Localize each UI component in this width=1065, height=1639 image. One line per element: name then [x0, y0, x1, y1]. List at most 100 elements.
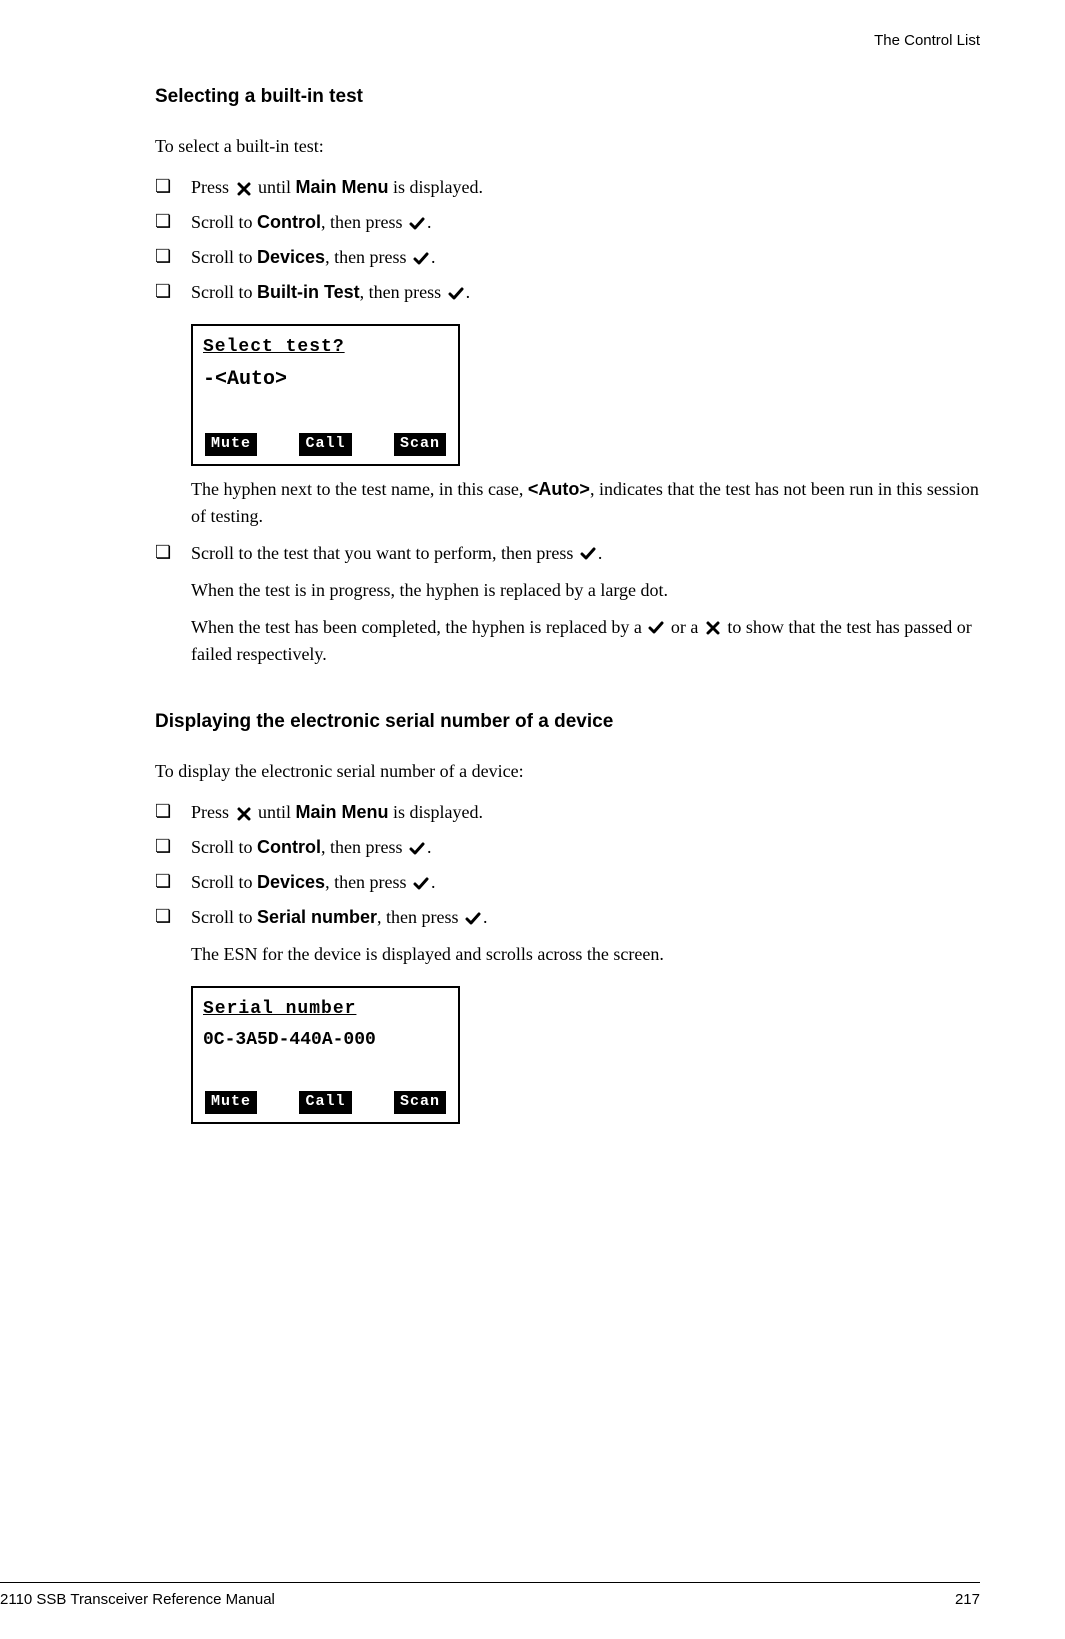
- bold-text: Built-in Test: [257, 282, 360, 302]
- step-text: Scroll to Devices, then press .: [191, 869, 980, 896]
- check-icon: [413, 876, 429, 892]
- step-text: Press until Main Menu is displayed.: [191, 799, 980, 826]
- text: When the test has been completed, the hy…: [191, 617, 646, 637]
- text: Scroll to: [191, 247, 257, 267]
- bold-text: Devices: [257, 247, 325, 267]
- list-item: ❏ Press until Main Menu is displayed.: [155, 799, 980, 826]
- text: , then press: [325, 247, 411, 267]
- text: , then press: [360, 282, 446, 302]
- section2-intro: To display the electronic serial number …: [155, 758, 980, 785]
- list-item: ❏ Scroll to Control, then press .: [155, 209, 980, 236]
- lcd-title: Select test?: [203, 334, 448, 361]
- step-text: Scroll to Control, then press .: [191, 834, 980, 861]
- lcd-title: Serial number: [203, 996, 448, 1023]
- checkbox-icon: ❏: [155, 209, 173, 234]
- text: , then press: [325, 872, 411, 892]
- check-icon: [409, 216, 425, 232]
- section1-intro: To select a built-in test:: [155, 133, 980, 160]
- x-icon: [236, 181, 252, 197]
- lcd-body: 0C-3A5D-440A-000: [203, 1027, 448, 1077]
- checkbox-icon: ❏: [155, 799, 173, 824]
- checkbox-icon: ❏: [155, 279, 173, 304]
- softkey-mute: Mute: [205, 1091, 257, 1114]
- x-icon: [236, 806, 252, 822]
- checkbox-icon: ❏: [155, 540, 173, 565]
- text: Scroll to: [191, 282, 257, 302]
- lcd-body: -<Auto>: [203, 365, 448, 419]
- footer: 2110 SSB Transceiver Reference Manual 21…: [0, 1582, 980, 1612]
- step-text: Scroll to Devices, then press .: [191, 244, 980, 271]
- header-chapter: The Control List: [0, 30, 980, 53]
- step-text: Scroll to Built-in Test, then press .: [191, 279, 980, 306]
- check-icon: [448, 286, 464, 302]
- softkey-scan: Scan: [394, 1091, 446, 1114]
- section1-steps: ❏ Press until Main Menu is displayed. ❏ …: [155, 174, 980, 306]
- softkey-mute: Mute: [205, 433, 257, 456]
- softkey-call: Call: [299, 433, 351, 456]
- section2-heading: Displaying the electronic serial number …: [155, 708, 980, 737]
- section1-progress: When the test is in progress, the hyphen…: [191, 577, 980, 604]
- text: .: [431, 247, 436, 267]
- footer-manual-title: 2110 SSB Transceiver Reference Manual: [0, 1589, 275, 1612]
- softkey-call: Call: [299, 1091, 351, 1114]
- list-item: ❏ Scroll to Control, then press .: [155, 834, 980, 861]
- section2-steps: ❏ Press until Main Menu is displayed. ❏ …: [155, 799, 980, 931]
- step-text: Press until Main Menu is displayed.: [191, 174, 980, 201]
- text: is displayed.: [389, 802, 484, 822]
- list-item: ❏ Scroll to Serial number, then press .: [155, 904, 980, 931]
- text: Scroll to: [191, 212, 257, 232]
- bold-text: Main Menu: [296, 177, 389, 197]
- text: until: [254, 177, 296, 197]
- text: Press: [191, 177, 234, 197]
- checkbox-icon: ❏: [155, 174, 173, 199]
- list-item: ❏ Scroll to Devices, then press .: [155, 869, 980, 896]
- section2-after: The ESN for the device is displayed and …: [191, 941, 980, 968]
- lcd-softkeys: Mute Call Scan: [203, 1091, 448, 1114]
- check-icon: [465, 911, 481, 927]
- checkbox-icon: ❏: [155, 869, 173, 894]
- text: , then press: [321, 837, 407, 857]
- bold-text: Serial number: [257, 907, 377, 927]
- section1-heading: Selecting a built-in test: [155, 83, 980, 112]
- text: , then press: [377, 907, 463, 927]
- text: .: [483, 907, 488, 927]
- step-text: Scroll to the test that you want to perf…: [191, 540, 980, 567]
- lcd-softkeys: Mute Call Scan: [203, 433, 448, 456]
- section1-completed: When the test has been completed, the hy…: [191, 614, 980, 668]
- step-text: Scroll to Serial number, then press .: [191, 904, 980, 931]
- check-icon: [580, 546, 596, 562]
- lcd-select-test: Select test? -<Auto> Mute Call Scan: [191, 324, 460, 466]
- text: .: [427, 212, 432, 232]
- bold-text: Control: [257, 212, 321, 232]
- text: Press: [191, 802, 234, 822]
- text: Scroll to: [191, 872, 257, 892]
- text: .: [427, 837, 432, 857]
- text: Scroll to: [191, 907, 257, 927]
- text: , then press: [321, 212, 407, 232]
- text: Scroll to: [191, 837, 257, 857]
- step-text: Scroll to Control, then press .: [191, 209, 980, 236]
- bold-text: Control: [257, 837, 321, 857]
- checkbox-icon: ❏: [155, 244, 173, 269]
- checkbox-icon: ❏: [155, 834, 173, 859]
- text: Scroll to the test that you want to perf…: [191, 543, 578, 563]
- check-icon: [409, 841, 425, 857]
- bold-text: <Auto>: [528, 479, 590, 499]
- lcd-serial: Serial number 0C-3A5D-440A-000 Mute Call…: [191, 986, 460, 1124]
- x-icon: [705, 620, 721, 636]
- text: .: [466, 282, 471, 302]
- softkey-scan: Scan: [394, 433, 446, 456]
- check-icon: [413, 251, 429, 267]
- text: The hyphen next to the test name, in thi…: [191, 479, 528, 499]
- text: .: [598, 543, 603, 563]
- text: is displayed.: [389, 177, 484, 197]
- check-icon: [648, 620, 664, 636]
- footer-page-number: 217: [955, 1589, 980, 1612]
- list-item: ❏ Scroll to Devices, then press .: [155, 244, 980, 271]
- bold-text: Devices: [257, 872, 325, 892]
- section1-steps-cont: ❏ Scroll to the test that you want to pe…: [155, 540, 980, 567]
- list-item: ❏ Scroll to the test that you want to pe…: [155, 540, 980, 567]
- text: or a: [666, 617, 702, 637]
- text: .: [431, 872, 436, 892]
- list-item: ❏ Press until Main Menu is displayed.: [155, 174, 980, 201]
